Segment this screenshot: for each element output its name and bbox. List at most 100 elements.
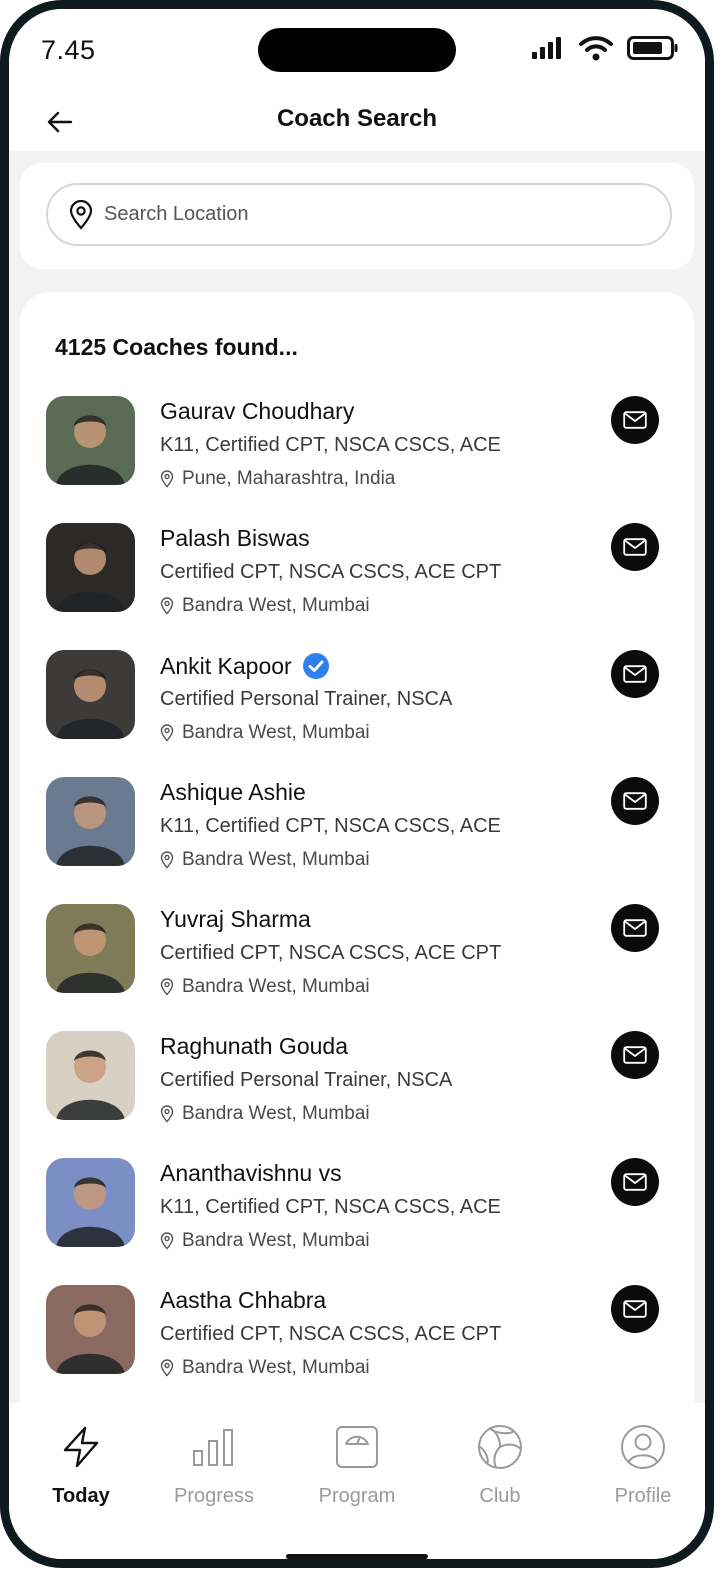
coach-avatar[interactable] <box>46 650 135 739</box>
coach-row[interactable]: Yuvraj Sharma Certified CPT, NSCA CSCS, … <box>20 904 694 1031</box>
status-icons <box>531 35 679 61</box>
coach-name-line: Ankit Kapoor <box>160 652 330 680</box>
status-bar: 7.45 <box>9 9 705 93</box>
tab-today[interactable]: Today <box>21 1423 141 1508</box>
mail-icon <box>623 538 647 556</box>
coach-name: Ashique Ashie <box>160 779 306 805</box>
coach-location-text: Bandra West, Mumbai <box>182 849 370 870</box>
coach-credentials: Certified CPT, NSCA CSCS, ACE CPT <box>160 1323 502 1345</box>
coach-location-text: Bandra West, Mumbai <box>182 1357 370 1378</box>
tab-label-program: Program <box>318 1485 396 1507</box>
avatar-photo <box>46 1031 135 1120</box>
avatar-photo <box>46 396 135 485</box>
tab-label-club: Club <box>479 1485 521 1507</box>
coach-location: Bandra West, Mumbai <box>160 1357 370 1379</box>
bar-chart-icon <box>193 1429 233 1466</box>
search-card <box>20 163 694 269</box>
message-coach-button[interactable] <box>611 1031 659 1079</box>
coach-avatar[interactable] <box>46 1158 135 1247</box>
search-location-box[interactable] <box>46 183 672 246</box>
dynamic-island <box>258 28 456 72</box>
tab-club[interactable]: Club <box>440 1423 560 1508</box>
coach-avatar[interactable] <box>46 904 135 993</box>
coach-credentials: Certified Personal Trainer, NSCA <box>160 1069 453 1091</box>
coach-list: Gaurav Choudhary K11, Certified CPT, NSC… <box>20 396 694 1412</box>
coach-name-line: Ashique Ashie <box>160 779 306 806</box>
mail-icon <box>623 1300 647 1318</box>
avatar-photo <box>46 777 135 866</box>
coach-location: Bandra West, Mumbai <box>160 722 370 744</box>
coach-location-text: Bandra West, Mumbai <box>182 722 370 743</box>
coach-name: Gaurav Choudhary <box>160 398 355 424</box>
message-coach-button[interactable] <box>611 650 659 698</box>
wifi-icon <box>579 36 613 61</box>
coach-row[interactable]: Ashique Ashie K11, Certified CPT, NSCA C… <box>20 777 694 904</box>
coach-name-line: Raghunath Gouda <box>160 1033 348 1060</box>
coach-name: Yuvraj Sharma <box>160 906 311 932</box>
page-title: Coach Search <box>276 105 438 132</box>
tab-profile[interactable]: Profile <box>583 1423 703 1508</box>
coach-location: Bandra West, Mumbai <box>160 1230 370 1252</box>
coach-name: Aastha Chhabra <box>160 1287 327 1313</box>
verified-badge-icon <box>302 653 329 679</box>
coach-name-line: Aastha Chhabra <box>160 1287 326 1314</box>
phone-frame: 7.45 Coach Search Search Location 4125 C… <box>0 0 714 1568</box>
coach-location-text: Bandra West, Mumbai <box>182 595 370 616</box>
coach-row[interactable]: Gaurav Choudhary K11, Certified CPT, NSC… <box>20 396 694 523</box>
coach-avatar[interactable] <box>46 777 135 866</box>
mail-icon <box>623 1046 647 1064</box>
coach-list-card: 4125 Coaches found... Gaurav Choudhary K… <box>20 292 694 1412</box>
location-pin-icon <box>160 978 174 996</box>
coach-credentials: Certified CPT, NSCA CSCS, ACE CPT <box>160 942 502 964</box>
signal-icon <box>532 37 561 59</box>
message-coach-button[interactable] <box>611 523 659 571</box>
mail-icon <box>623 919 647 937</box>
coach-name: Palash Biswas <box>160 525 310 551</box>
coach-row[interactable]: Raghunath Gouda Certified Personal Train… <box>20 1031 694 1158</box>
search-location-input[interactable] <box>104 203 624 226</box>
message-coach-button[interactable] <box>611 1158 659 1206</box>
coach-name-line: Gaurav Choudhary <box>160 398 354 425</box>
message-coach-button[interactable] <box>611 904 659 952</box>
coach-location-text: Bandra West, Mumbai <box>182 976 370 997</box>
message-coach-button[interactable] <box>611 396 659 444</box>
coach-name-line: Ananthavishnu vs <box>160 1160 342 1187</box>
coach-row[interactable]: Ankit Kapoor Certified Personal Trainer,… <box>20 650 694 777</box>
coach-credentials: K11, Certified CPT, NSCA CSCS, ACE <box>160 434 501 456</box>
coach-name: Raghunath Gouda <box>160 1033 348 1059</box>
message-coach-button[interactable] <box>611 1285 659 1333</box>
coach-row[interactable]: Ananthavishnu vs K11, Certified CPT, NSC… <box>20 1158 694 1285</box>
header-bar: Coach Search <box>9 93 705 151</box>
coach-name-line: Palash Biswas <box>160 525 310 552</box>
coach-avatar[interactable] <box>46 1031 135 1120</box>
tab-program[interactable]: Program <box>297 1423 417 1508</box>
location-pin-icon <box>160 724 174 742</box>
coach-credentials: Certified Personal Trainer, NSCA <box>160 688 453 710</box>
avatar-photo <box>46 1158 135 1247</box>
coach-location: Pune, Maharashtra, India <box>160 468 395 490</box>
coach-credentials: K11, Certified CPT, NSCA CSCS, ACE <box>160 815 501 837</box>
coach-location-text: Bandra West, Mumbai <box>182 1230 370 1251</box>
coach-avatar[interactable] <box>46 523 135 612</box>
tab-progress[interactable]: Progress <box>154 1423 274 1508</box>
bottom-tab-bar: Today Progress Program Club Profile <box>9 1403 705 1559</box>
tab-label-progress: Progress <box>173 1485 255 1507</box>
coach-location: Bandra West, Mumbai <box>160 976 370 998</box>
mail-icon <box>623 1173 647 1191</box>
message-coach-button[interactable] <box>611 777 659 825</box>
coach-credentials: K11, Certified CPT, NSCA CSCS, ACE <box>160 1196 501 1218</box>
coach-row[interactable]: Aastha Chhabra Certified CPT, NSCA CSCS,… <box>20 1285 694 1412</box>
mail-icon <box>623 665 647 683</box>
battery-icon <box>627 36 678 60</box>
results-count: 4125 Coaches found... <box>55 334 298 360</box>
location-pin-icon <box>160 597 174 615</box>
coach-row[interactable]: Palash Biswas Certified CPT, NSCA CSCS, … <box>20 523 694 650</box>
coach-avatar[interactable] <box>46 396 135 485</box>
location-pin-icon <box>160 470 174 488</box>
coach-name: Ankit Kapoor <box>160 652 292 679</box>
lightning-icon <box>63 1426 99 1468</box>
tab-label-today: Today <box>52 1485 110 1507</box>
avatar-photo <box>46 1285 135 1374</box>
coach-location-text: Pune, Maharashtra, India <box>182 468 396 489</box>
coach-avatar[interactable] <box>46 1285 135 1374</box>
